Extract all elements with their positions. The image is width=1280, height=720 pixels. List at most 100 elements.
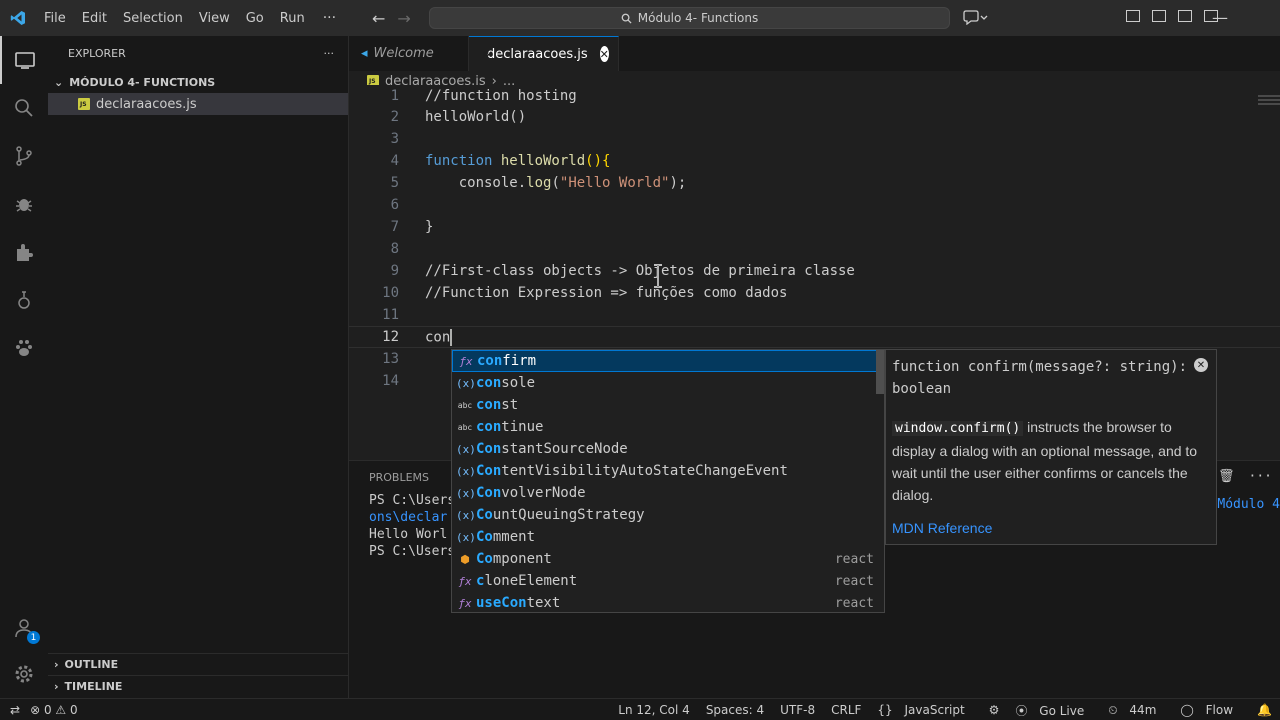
trash-icon[interactable]: 🗑 xyxy=(1218,469,1235,484)
code-line: 8 xyxy=(349,238,1280,260)
variable-icon: (x) xyxy=(456,530,476,544)
code-line: 3 xyxy=(349,128,1280,150)
manage-gear-icon[interactable] xyxy=(0,650,48,698)
folder-item[interactable]: ⌄ MÓDULO 4- FUNCTIONS xyxy=(48,71,348,93)
suggestion-item[interactable]: (x) ConstantSourceNode xyxy=(452,438,884,460)
explorer-more-button[interactable]: ··· xyxy=(324,47,335,60)
code-line: 2 helloWorld() xyxy=(349,106,1280,128)
file-label: declaraacoes.js xyxy=(96,96,197,112)
suggest-widget: ƒx confirm (x) console abc const abc continue (x… xyxy=(451,349,885,613)
menu-file[interactable]: File xyxy=(36,11,74,26)
terminal-path-fragment: \Módulo 4 xyxy=(1209,497,1280,512)
suggestion-label: ContentVisibilityAutoStateChangeEvent xyxy=(476,463,788,479)
variable-icon: (x) xyxy=(456,508,476,522)
js-file-icon xyxy=(78,98,90,110)
suggestion-item[interactable]: (x) CountQueuingStrategy xyxy=(452,504,884,526)
run-debug-icon[interactable] xyxy=(0,180,48,228)
suggestion-item[interactable]: ƒx confirm xyxy=(452,350,884,372)
suggestion-item[interactable]: (x) ConvolverNode xyxy=(452,482,884,504)
menu-view[interactable]: View xyxy=(191,11,238,26)
remote-icon[interactable]: ⇄ xyxy=(10,703,20,717)
close-tab-icon[interactable]: ✕ xyxy=(599,46,609,62)
language-mode[interactable]: {} JavaScript xyxy=(869,703,980,717)
menu-run[interactable]: Run xyxy=(272,11,313,26)
tab-problems[interactable]: PROBLEMS xyxy=(369,471,429,484)
tab-welcome[interactable]: ◂ Welcome xyxy=(349,36,469,71)
time-tracker[interactable]: ⏲ 44m xyxy=(1100,703,1172,718)
code-text: con xyxy=(425,328,453,346)
copilot-icon[interactable] xyxy=(962,9,988,29)
indentation[interactable]: Spaces: 4 xyxy=(698,703,772,717)
timeline-section[interactable]: › TIMELINE xyxy=(48,675,349,697)
search-view-icon[interactable] xyxy=(0,84,48,132)
menu-go[interactable]: Go xyxy=(238,11,272,26)
forward-arrow-icon[interactable]: → xyxy=(397,9,410,28)
outline-section[interactable]: › OUTLINE xyxy=(48,653,349,675)
close-details-icon[interactable]: ✕ xyxy=(1194,358,1208,372)
go-live[interactable]: ⦿ Go Live xyxy=(1007,702,1100,719)
tab-declaraacoes[interactable]: declaraacoes.js ✕ xyxy=(469,36,619,71)
flow-status[interactable]: ◯ Flow xyxy=(1172,703,1249,717)
source-control-icon[interactable] xyxy=(0,132,48,180)
status-bar: ⇄ ⊗ 0 ⚠ 0 Ln 12, Col 4 Spaces: 4 UTF-8 C… xyxy=(0,698,1280,720)
class-icon: ⬢ xyxy=(460,552,470,566)
suggestion-label: ConvolverNode xyxy=(476,485,586,501)
vscode-logo-icon xyxy=(0,0,36,36)
variable-icon: (x) xyxy=(456,464,476,478)
line-number: 1 xyxy=(390,88,399,104)
line-number: 5 xyxy=(390,175,399,191)
copilot-status-icon[interactable]: ⚙ xyxy=(981,703,1008,717)
suggestion-item[interactable]: (x) ContentVisibilityAutoStateChangeEvent xyxy=(452,460,884,482)
suggestion-label: CountQueuingStrategy xyxy=(476,507,645,523)
mdn-reference-link[interactable]: MDN Reference xyxy=(892,520,992,536)
suggest-scrollbar[interactable] xyxy=(876,350,884,394)
suggestion-item[interactable]: ⬢ Component react xyxy=(452,548,884,570)
end-of-line[interactable]: CRLF xyxy=(823,703,869,717)
line-number: 10 xyxy=(382,285,399,301)
back-arrow-icon[interactable]: ← xyxy=(372,9,385,28)
status-left: ⇄ ⊗ 0 ⚠ 0 xyxy=(0,703,78,717)
toggle-panel-icon[interactable] xyxy=(1152,10,1166,22)
menu-bar: File Edit Selection View Go Run ··· xyxy=(36,0,346,36)
file-item[interactable]: declaraacoes.js xyxy=(48,93,348,115)
more-actions-icon[interactable]: ··· xyxy=(1249,469,1272,484)
explorer-sidebar: EXPLORER ··· ⌄ MÓDULO 4- FUNCTIONS decla… xyxy=(48,36,349,698)
suggestion-item[interactable]: abc continue xyxy=(452,416,884,438)
code-text: //First-class objects -> Objetos de prim… xyxy=(425,263,855,279)
toggle-secondary-sidebar-icon[interactable] xyxy=(1178,10,1192,22)
code-line: 4 function helloWorld(){ xyxy=(349,150,1280,172)
menu-more[interactable]: ··· xyxy=(313,10,346,26)
testing-icon[interactable] xyxy=(0,276,48,324)
code-text: function helloWorld(){ xyxy=(425,153,611,169)
suggestion-item[interactable]: ƒx useContext react xyxy=(452,592,884,614)
encoding[interactable]: UTF-8 xyxy=(772,703,823,717)
title-bar: File Edit Selection View Go Run ··· ← → … xyxy=(0,0,1280,36)
suggestion-label: ConstantSourceNode xyxy=(476,441,628,457)
suggestion-label: Component xyxy=(476,551,552,567)
explorer-icon[interactable] xyxy=(0,36,48,84)
suggestion-item[interactable]: abc const xyxy=(452,394,884,416)
minimize-window-icon[interactable]: — xyxy=(1212,8,1228,27)
suggestion-item[interactable]: (x) console xyxy=(452,372,884,394)
vscode-small-icon: ◂ xyxy=(361,46,368,61)
paw-icon[interactable] xyxy=(0,324,48,372)
accounts-icon[interactable]: 1 xyxy=(0,604,48,652)
menu-selection[interactable]: Selection xyxy=(115,11,191,26)
function-icon: ƒx xyxy=(458,574,472,588)
toggle-sidebar-icon[interactable] xyxy=(1126,10,1140,22)
editor-tabs: ◂ Welcome declaraacoes.js ✕ xyxy=(349,36,1280,71)
documentation-text: window.confirm() instructs the browser t… xyxy=(892,416,1210,506)
keyword-icon: abc xyxy=(457,400,473,410)
command-center-search[interactable]: Módulo 4- Functions xyxy=(429,7,950,29)
cursor-position[interactable]: Ln 12, Col 4 xyxy=(610,703,698,717)
line-number: 13 xyxy=(382,351,399,367)
notifications-icon[interactable]: 🔔 xyxy=(1249,703,1280,717)
code-line: 7 } xyxy=(349,216,1280,238)
suggestion-item[interactable]: (x) Comment xyxy=(452,526,884,548)
menu-edit[interactable]: Edit xyxy=(74,11,115,26)
problems-status[interactable]: ⊗ 0 ⚠ 0 xyxy=(30,703,78,717)
tab-welcome-label: Welcome xyxy=(373,46,434,61)
extensions-icon[interactable] xyxy=(0,228,48,276)
suggestion-item[interactable]: ƒx cloneElement react xyxy=(452,570,884,592)
mouse-ibeam-cursor-icon xyxy=(654,264,662,288)
